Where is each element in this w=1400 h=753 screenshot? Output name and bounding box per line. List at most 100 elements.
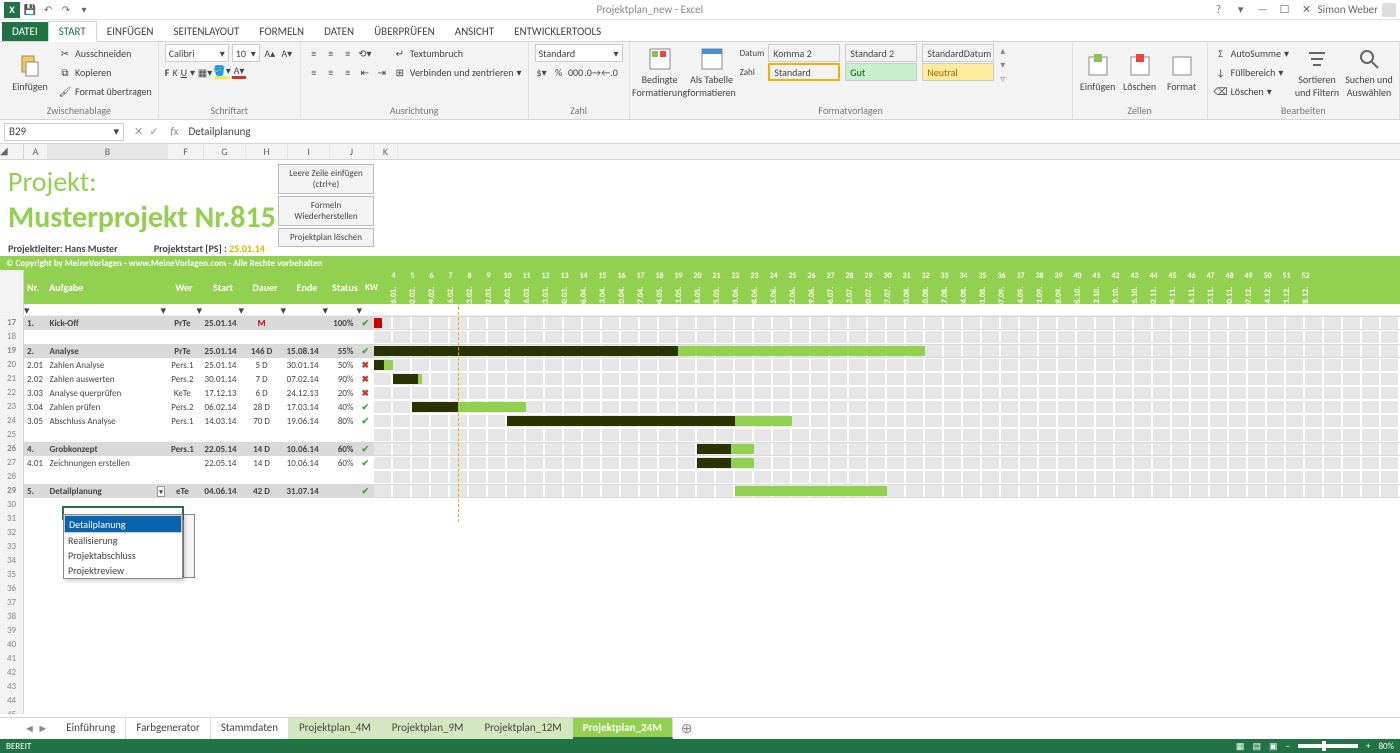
redo-icon[interactable]: ↷ (58, 2, 74, 18)
minimize-button[interactable]: — (1252, 3, 1274, 16)
cancel-formula-icon[interactable]: ✕ (134, 125, 143, 138)
task-row[interactable]: 18 (0, 330, 1400, 344)
col-F[interactable]: F (168, 144, 204, 159)
maximize-button[interactable]: ☐ (1274, 3, 1296, 16)
font-size-select[interactable]: 10▾ (232, 44, 260, 62)
th-task[interactable]: Aufgabe (46, 281, 166, 294)
close-button[interactable]: ✕ (1296, 3, 1318, 16)
currency-icon[interactable]: $▾ (535, 65, 549, 79)
inc-decimal-icon[interactable]: .0→ (586, 65, 600, 79)
th-wer[interactable]: Wer (166, 281, 202, 294)
dropdown-item[interactable]: Projektreview (64, 563, 182, 578)
paste-button[interactable]: Einfügen (6, 44, 54, 102)
validation-dropdown[interactable]: DetailplanungRealisierungProjektabschlus… (63, 514, 183, 579)
undo-icon[interactable]: ↶ (40, 2, 56, 18)
dec-decimal-icon[interactable]: ←.0 (603, 65, 617, 79)
decrease-font-icon[interactable]: A▾ (280, 46, 294, 60)
format-as-table-button[interactable]: Als Tabelle formatieren (688, 44, 736, 102)
zoom-level[interactable]: 80% (1378, 741, 1394, 752)
sheet-tab[interactable]: Stammdaten (211, 718, 289, 739)
task-row[interactable]: 19 2. Analyse PrTe 25.01.14 146 D 15.08.… (0, 344, 1400, 358)
style-komma2[interactable]: Komma 2 (768, 44, 840, 62)
conditional-format-button[interactable]: Bedingte Formatierung (636, 44, 684, 102)
sheet-tab[interactable]: Einführung (56, 718, 126, 739)
worksheet[interactable]: ◢ A B F G H I J K Projekt: Musterprojekt… (0, 144, 1400, 714)
zoom-in-icon[interactable]: + (1366, 741, 1370, 752)
th-nr[interactable]: Nr. (24, 281, 46, 294)
tab-review[interactable]: ÜBERPRÜFEN (364, 22, 445, 41)
align-middle-icon[interactable]: ≡ (324, 46, 338, 60)
tab-pagelayout[interactable]: SEITENLAYOUT (163, 22, 249, 41)
orientation-icon[interactable]: ⟲▾ (358, 46, 372, 60)
task-row[interactable]: 17 1. Kick-Off PrTe 25.01.14 M 100% ✔ (0, 316, 1400, 330)
col-I[interactable]: I (288, 144, 330, 159)
cut-button[interactable]: ✂Ausschneiden (58, 44, 152, 62)
indent-inc-icon[interactable]: ⇥ (375, 65, 389, 79)
th-dauer[interactable]: Dauer (244, 281, 286, 294)
fill-color-icon[interactable]: 🪣▾ (215, 65, 229, 79)
delete-cells-button[interactable]: Löschen (1121, 44, 1159, 102)
dropdown-item[interactable]: Realisierung (64, 533, 182, 548)
sheet-tab[interactable]: Farbgenerator (126, 718, 210, 739)
name-box[interactable]: B29▾ (4, 123, 124, 141)
task-row[interactable]: 27 4.01 Zeichnungen erstellen 22.05.14 1… (0, 456, 1400, 470)
clear-button[interactable]: ⌫Löschen▾ (1214, 82, 1289, 100)
dropdown-item[interactable]: Detailplanung (64, 515, 182, 533)
col-J[interactable]: J (330, 144, 374, 159)
select-all-corner[interactable]: ◢ (0, 144, 24, 159)
copy-button[interactable]: ⧉Kopieren (58, 63, 152, 81)
merge-center-button[interactable]: ⊞Verbinden und zentrieren▾ (393, 63, 522, 81)
th-start[interactable]: Start (202, 281, 244, 294)
task-rows[interactable]: 17 1. Kick-Off PrTe 25.01.14 M 100% ✔ 18… (0, 316, 1400, 498)
fill-button[interactable]: ↓Füllbereich▾ (1214, 63, 1289, 81)
user-name[interactable]: Simon Weber (1318, 3, 1400, 17)
style-standard2[interactable]: Standard 2 (845, 44, 917, 62)
add-sheet-button[interactable]: ⊕ (673, 720, 701, 737)
tab-formulas[interactable]: FORMELN (249, 22, 314, 41)
task-row[interactable]: 28 (0, 470, 1400, 484)
sheet-tab[interactable]: Projektplan_24M (573, 718, 673, 739)
task-row[interactable]: 23 3.04 Zahlen prüfen Pers.2 06.02.14 28… (0, 400, 1400, 414)
formula-input[interactable]: Detailplanung (184, 125, 1400, 138)
insert-blank-row-button[interactable]: Leere Zeile einfügen (ctrl+e) (278, 164, 374, 194)
align-right-icon[interactable]: ≡ (341, 65, 355, 79)
task-row[interactable]: 22 3.03 Analyse querprüfen KeTe 17.12.13… (0, 386, 1400, 400)
format-cells-button[interactable]: Format (1163, 44, 1201, 102)
indent-dec-icon[interactable]: ⇤ (358, 65, 372, 79)
zoom-out-icon[interactable]: − (1285, 741, 1289, 752)
column-headers[interactable]: ◢ A B F G H I J K (0, 144, 1400, 160)
align-center-icon[interactable]: ≡ (324, 65, 338, 79)
insert-cells-button[interactable]: Einfügen (1079, 44, 1117, 102)
bold-button[interactable]: F (165, 66, 170, 79)
accept-formula-icon[interactable]: ✓ (149, 125, 158, 138)
style-standarddatum[interactable]: StandardDatum (922, 44, 994, 62)
task-row[interactable]: 26 4. Grobkonzept Pers.1 22.05.14 14 D 1… (0, 442, 1400, 456)
view-layout-icon[interactable]: ▤ (1252, 741, 1261, 752)
view-pagebreak-icon[interactable]: ▣ (1269, 741, 1278, 752)
col-G[interactable]: G (204, 144, 246, 159)
align-bottom-icon[interactable]: ≡ (341, 46, 355, 60)
col-K[interactable]: K (374, 144, 398, 159)
style-gallery-down-icon[interactable]: ▾ (1000, 58, 1005, 71)
sheet-tab[interactable]: Projektplan_9M (382, 718, 475, 739)
underline-button[interactable]: U (181, 66, 187, 79)
dropdown-scrollbar[interactable] (183, 514, 195, 578)
view-normal-icon[interactable]: ▦ (1236, 741, 1245, 752)
style-standard[interactable]: Standard (768, 63, 840, 81)
sort-filter-button[interactable]: Sortieren und Filtern (1293, 44, 1341, 102)
filter-nr[interactable]: ▾ (24, 304, 46, 317)
number-format-select[interactable]: Standard▾ (535, 44, 623, 62)
chevron-down-icon[interactable]: ▾ (113, 125, 119, 138)
format-painter-button[interactable]: 🖌Format übertragen (58, 82, 152, 100)
col-H[interactable]: H (246, 144, 288, 159)
sheet-tab[interactable]: Projektplan_12M (474, 718, 572, 739)
task-row[interactable]: 21 2.02 Zahlen auswerten Pers.2 30.01.14… (0, 372, 1400, 386)
task-row[interactable]: 29 5. Detailplanung ▾ eTe 04.06.14 42 D … (0, 484, 1400, 498)
find-select-button[interactable]: Suchen und Auswählen (1345, 44, 1393, 102)
save-icon[interactable]: 💾 (22, 2, 38, 18)
style-gut[interactable]: Gut (845, 63, 917, 81)
style-gallery-more-icon[interactable]: ▿ (1000, 72, 1005, 85)
restore-formulas-button[interactable]: Formeln Wiederherstellen (278, 196, 374, 226)
dropdown-item[interactable]: Projektabschluss (64, 548, 182, 563)
tab-file[interactable]: DATEI (2, 22, 48, 41)
